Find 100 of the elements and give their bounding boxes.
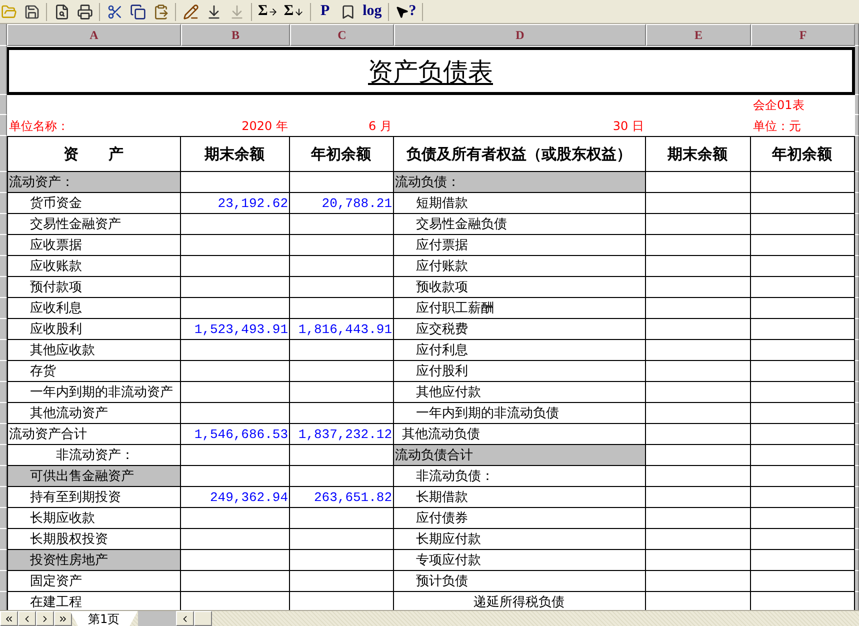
paste-icon	[152, 4, 168, 20]
row-header[interactable]	[855, 95, 859, 115]
next-sheet-button[interactable]	[36, 611, 54, 626]
row-header[interactable]	[855, 550, 859, 571]
row-header[interactable]	[855, 529, 859, 550]
row-header[interactable]	[855, 445, 859, 466]
pointer-icon	[394, 4, 409, 18]
column-heading: 资 产	[7, 136, 181, 172]
row-header[interactable]	[0, 277, 7, 298]
row-header[interactable]	[0, 115, 7, 136]
row-header[interactable]	[855, 46, 859, 95]
row-header[interactable]	[855, 24, 859, 46]
arrow-icon	[294, 6, 304, 16]
scroll-thumb[interactable]	[194, 611, 212, 626]
arrow-icon	[268, 6, 278, 16]
row-header[interactable]	[855, 256, 859, 277]
table-cell: 预计负债	[394, 571, 646, 592]
table-cell: 非流动资产：	[7, 445, 181, 466]
row-header[interactable]	[0, 298, 7, 319]
pencil-icon	[182, 4, 198, 20]
toolbar-button[interactable]: P	[314, 2, 336, 22]
table-cell: 一年内到期的非流动资产	[7, 382, 181, 403]
row-header[interactable]	[0, 508, 7, 529]
row-header[interactable]	[0, 136, 7, 172]
table-cell: 应付账款	[394, 256, 646, 277]
row-header[interactable]	[855, 466, 859, 487]
day-label: 30 日	[612, 118, 644, 135]
row-header[interactable]	[0, 571, 7, 592]
column-header[interactable]: A	[7, 24, 181, 46]
row-header[interactable]	[855, 214, 859, 235]
row-header[interactable]	[0, 550, 7, 571]
scroll-left-button[interactable]	[176, 611, 194, 626]
amount-cell: 263,651.82	[290, 487, 394, 508]
previous-sheet-button[interactable]	[18, 611, 36, 626]
table-cell: 长期应付款	[394, 529, 646, 550]
row-header[interactable]	[0, 361, 7, 382]
row-header[interactable]	[855, 172, 859, 193]
row-header[interactable]	[855, 403, 859, 424]
row-header[interactable]	[855, 115, 859, 136]
row-header[interactable]	[0, 340, 7, 361]
row-header[interactable]	[855, 193, 859, 214]
toolbar-button[interactable]: ?	[392, 2, 418, 22]
table-cell: 一年内到期的非流动负债	[394, 403, 646, 424]
row-header[interactable]	[855, 361, 859, 382]
row-header[interactable]	[855, 340, 859, 361]
row-header[interactable]	[0, 46, 7, 95]
column-header[interactable]: E	[646, 24, 751, 46]
form-code: 会企01表	[753, 97, 804, 114]
row-header[interactable]	[0, 193, 7, 214]
column-header[interactable]: D	[394, 24, 646, 46]
row-header[interactable]	[0, 172, 7, 193]
row-header[interactable]	[855, 298, 859, 319]
row-header[interactable]	[0, 24, 7, 46]
table-cell: 其他应付款	[394, 382, 646, 403]
toolbar-button[interactable]: Σ	[256, 2, 280, 22]
row-header[interactable]	[0, 214, 7, 235]
fill-down-icon	[228, 4, 244, 20]
first-sheet-button[interactable]	[0, 611, 18, 626]
company-label: 单位名称：	[9, 118, 69, 135]
row-header[interactable]	[855, 235, 859, 256]
row-header[interactable]	[0, 256, 7, 277]
row-header[interactable]	[855, 571, 859, 592]
row-header[interactable]	[855, 508, 859, 529]
row-header[interactable]	[0, 235, 7, 256]
row-header[interactable]	[855, 487, 859, 508]
table-cell: 在建工程	[7, 592, 181, 610]
row-header[interactable]	[0, 445, 7, 466]
row-header[interactable]	[855, 319, 859, 340]
table-cell: 应付股利	[394, 361, 646, 382]
month-label: 6 月	[368, 118, 392, 135]
row-header[interactable]	[855, 277, 859, 298]
row-header[interactable]	[0, 382, 7, 403]
toolbar-button[interactable]: Σ	[282, 2, 306, 22]
folder-icon	[0, 4, 16, 20]
toolbar-button[interactable]: log	[360, 2, 384, 22]
table-cell: 交易性金融资产	[7, 214, 181, 235]
column-heading: 负债及所有者权益（或股东权益）	[394, 136, 646, 172]
amount-cell: 23,192.62	[181, 193, 290, 214]
last-sheet-button[interactable]	[54, 611, 72, 626]
amount-cell: 1,816,443.91	[290, 319, 394, 340]
column-header[interactable]: F	[751, 24, 855, 46]
column-header[interactable]: B	[181, 24, 290, 46]
row-header[interactable]	[0, 487, 7, 508]
row-header[interactable]	[855, 382, 859, 403]
row-header[interactable]	[855, 592, 859, 610]
column-header[interactable]: C	[290, 24, 394, 46]
row-header[interactable]	[0, 403, 7, 424]
unit-label: 单位：元	[753, 118, 801, 135]
row-header[interactable]	[855, 136, 859, 172]
row-header[interactable]	[0, 319, 7, 340]
cut-icon	[106, 4, 122, 20]
sheet-tab[interactable]: 第1页	[70, 611, 138, 626]
table-cell: 应收票据	[7, 235, 181, 256]
table-cell: 其他流动负债	[394, 424, 646, 445]
row-header[interactable]	[0, 466, 7, 487]
row-header[interactable]	[855, 424, 859, 445]
table-cell: 应付债券	[394, 508, 646, 529]
row-header[interactable]	[0, 95, 7, 115]
row-header[interactable]	[0, 529, 7, 550]
row-header[interactable]	[0, 424, 7, 445]
